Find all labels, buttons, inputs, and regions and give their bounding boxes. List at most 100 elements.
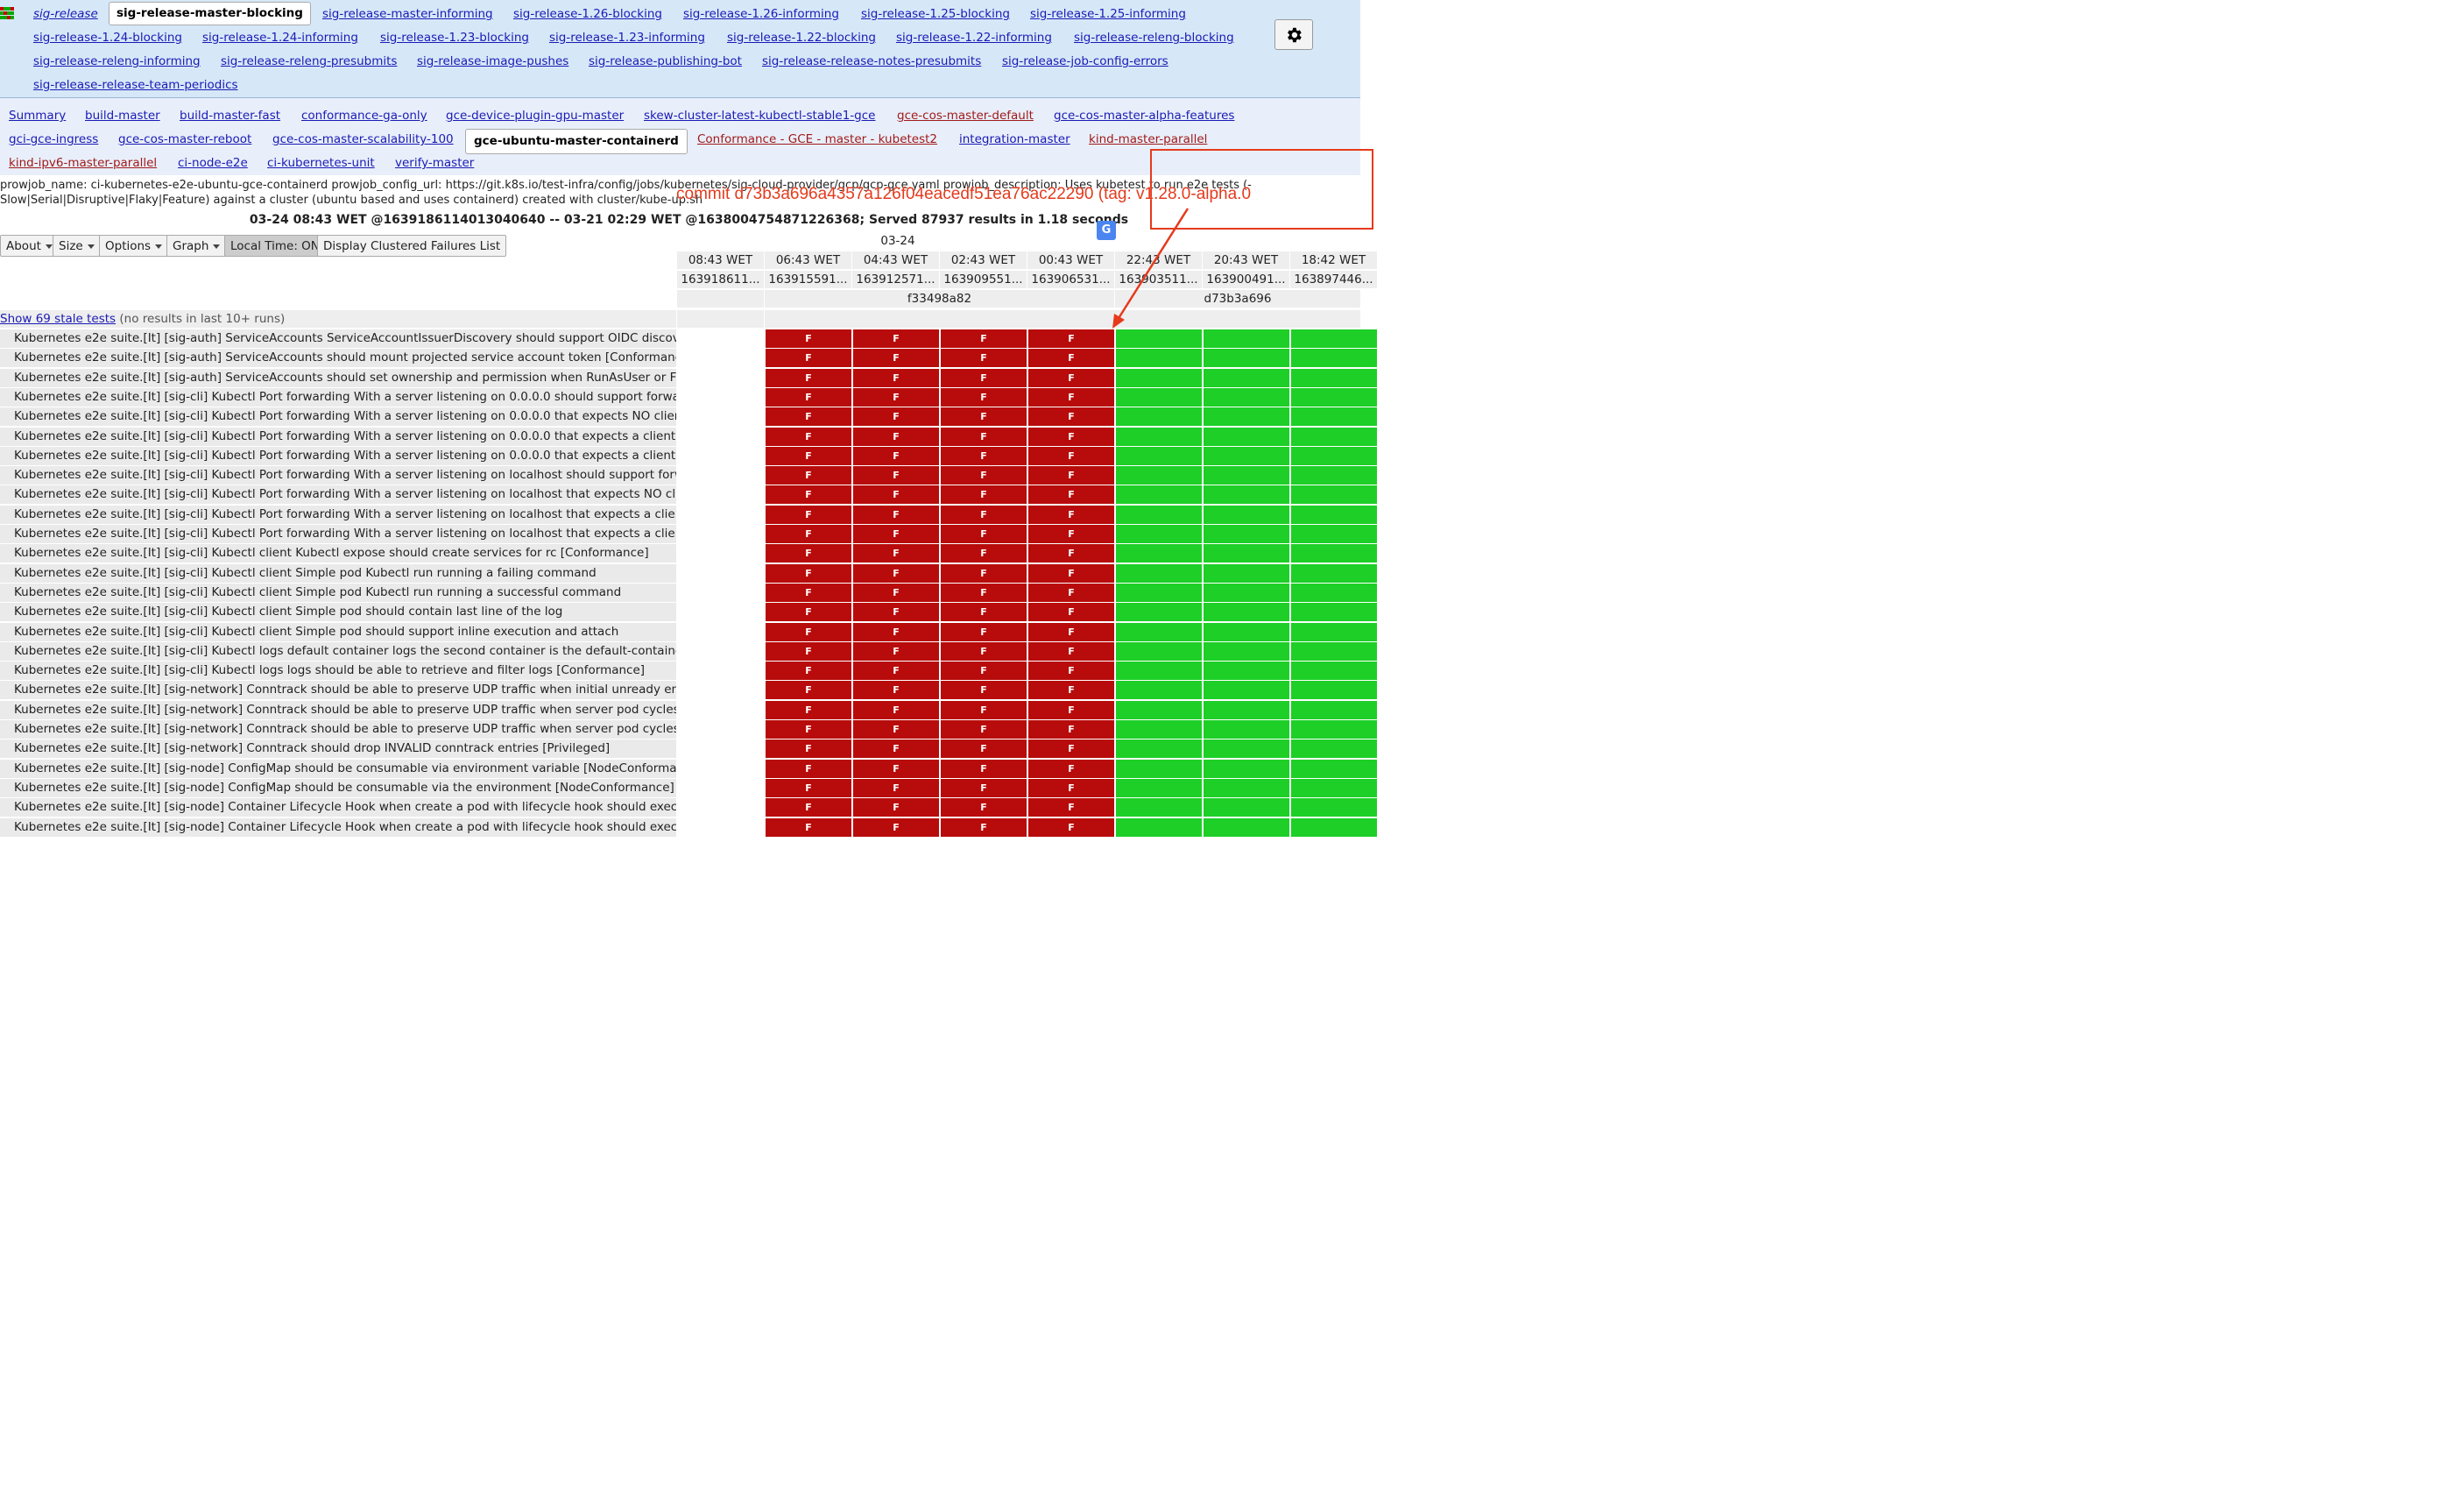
failed-cell[interactable]: F <box>941 368 1027 387</box>
passed-cell[interactable] <box>1204 641 1289 661</box>
failed-cell[interactable]: F <box>766 544 851 563</box>
passed-cell[interactable] <box>1204 427 1289 446</box>
dashboard-group-link[interactable]: sig-release-1.24-informing <box>202 31 358 46</box>
passed-cell[interactable] <box>1291 387 1377 407</box>
passed-cell[interactable] <box>1116 466 1202 485</box>
passed-cell[interactable] <box>1204 662 1289 681</box>
failed-cell[interactable]: F <box>853 485 939 505</box>
failed-cell[interactable]: F <box>853 583 939 602</box>
passed-cell[interactable] <box>1291 681 1377 700</box>
test-name[interactable]: Kubernetes e2e suite.[It] [sig-node] Con… <box>0 759 676 778</box>
failed-cell[interactable]: F <box>853 641 939 661</box>
failed-cell[interactable]: F <box>941 485 1027 505</box>
failed-cell[interactable]: F <box>766 505 851 524</box>
passed-cell[interactable] <box>1204 603 1289 622</box>
failed-cell[interactable]: F <box>853 505 939 524</box>
passed-cell[interactable] <box>1204 349 1289 368</box>
failed-cell[interactable]: F <box>766 641 851 661</box>
failed-cell[interactable]: F <box>941 759 1027 778</box>
test-name[interactable]: Kubernetes e2e suite.[It] [sig-cli] Kube… <box>0 466 676 485</box>
failed-cell[interactable]: F <box>853 368 939 387</box>
failed-cell[interactable]: F <box>853 349 939 368</box>
tab-gce-device-plugin-gpu-master[interactable]: gce-device-plugin-gpu-master <box>446 109 624 124</box>
failed-cell[interactable]: F <box>766 662 851 681</box>
test-name[interactable]: Kubernetes e2e suite.[It] [sig-cli] Kube… <box>0 583 676 602</box>
failed-cell[interactable]: F <box>853 563 939 583</box>
dashboard-group-link[interactable]: sig-release-releng-presubmits <box>221 54 397 69</box>
column-build-id[interactable]: 163906531... <box>1027 271 1114 288</box>
failed-cell[interactable]: F <box>766 778 851 797</box>
failed-cell[interactable]: F <box>1028 798 1114 817</box>
passed-cell[interactable] <box>1116 387 1202 407</box>
passed-cell[interactable] <box>1116 583 1202 602</box>
failed-cell[interactable]: F <box>941 329 1027 348</box>
tab-gce-cos-master-default[interactable]: gce-cos-master-default <box>897 109 1034 124</box>
test-name[interactable]: Kubernetes e2e suite.[It] [sig-cli] Kube… <box>0 563 676 583</box>
test-name[interactable]: Kubernetes e2e suite.[It] [sig-node] Con… <box>0 817 676 837</box>
tab-gci-gce-ingress[interactable]: gci-gce-ingress <box>9 132 98 147</box>
tab-gce-cos-master-scalability-100[interactable]: gce-cos-master-scalability-100 <box>272 132 454 147</box>
failed-cell[interactable]: F <box>1028 662 1114 681</box>
failed-cell[interactable]: F <box>853 387 939 407</box>
dashboard-group-link[interactable]: sig-release-image-pushes <box>417 54 568 69</box>
failed-cell[interactable]: F <box>766 700 851 719</box>
failed-cell[interactable]: F <box>853 544 939 563</box>
passed-cell[interactable] <box>1116 525 1202 543</box>
dashboard-group-link[interactable]: sig-release-master-informing <box>322 7 493 22</box>
failed-cell[interactable]: F <box>766 739 851 759</box>
column-build-id[interactable]: 163900491... <box>1203 271 1289 288</box>
failed-cell[interactable]: F <box>1028 349 1114 368</box>
failed-cell[interactable]: F <box>766 427 851 446</box>
failed-cell[interactable]: F <box>1028 583 1114 602</box>
dashboard-group-link[interactable]: sig-release-1.23-informing <box>549 31 705 46</box>
failed-cell[interactable]: F <box>853 817 939 837</box>
failed-cell[interactable]: F <box>853 407 939 427</box>
test-name[interactable]: Kubernetes e2e suite.[It] [sig-network] … <box>0 700 676 719</box>
dashboard-group-link[interactable]: sig-release-1.22-informing <box>896 31 1052 46</box>
failed-cell[interactable]: F <box>766 603 851 622</box>
passed-cell[interactable] <box>1116 817 1202 837</box>
passed-cell[interactable] <box>1291 622 1377 641</box>
passed-cell[interactable] <box>1291 407 1377 427</box>
passed-cell[interactable] <box>1291 778 1377 797</box>
test-name[interactable]: Kubernetes e2e suite.[It] [sig-cli] Kube… <box>0 662 676 681</box>
test-name[interactable]: Kubernetes e2e suite.[It] [sig-cli] Kube… <box>0 622 676 641</box>
dashboard-group-link[interactable]: sig-release-1.22-blocking <box>727 31 876 46</box>
failed-cell[interactable]: F <box>941 662 1027 681</box>
clustered-failures-button[interactable]: Display Clustered Failures List <box>317 235 507 257</box>
passed-cell[interactable] <box>1291 563 1377 583</box>
failed-cell[interactable]: F <box>941 641 1027 661</box>
failed-cell[interactable]: F <box>1028 544 1114 563</box>
tab-build-master[interactable]: build-master <box>85 109 160 124</box>
settings-gear-button[interactable] <box>1274 19 1313 50</box>
passed-cell[interactable] <box>1204 485 1289 505</box>
passed-cell[interactable] <box>1291 798 1377 817</box>
tab-gce-ubuntu-master-containerd[interactable]: gce-ubuntu-master-containerd <box>465 129 688 154</box>
failed-cell[interactable]: F <box>1028 368 1114 387</box>
passed-cell[interactable] <box>1291 603 1377 622</box>
failed-cell[interactable]: F <box>941 739 1027 759</box>
passed-cell[interactable] <box>1116 662 1202 681</box>
passed-cell[interactable] <box>1204 720 1289 739</box>
test-name[interactable]: Kubernetes e2e suite.[It] [sig-cli] Kube… <box>0 525 676 543</box>
passed-cell[interactable] <box>1116 739 1202 759</box>
passed-cell[interactable] <box>1204 739 1289 759</box>
test-name[interactable]: Kubernetes e2e suite.[It] [sig-node] Con… <box>0 778 676 797</box>
failed-cell[interactable]: F <box>853 427 939 446</box>
dashboard-group-link[interactable]: sig-release-release-team-periodics <box>33 78 238 93</box>
failed-cell[interactable]: F <box>941 525 1027 543</box>
passed-cell[interactable] <box>1116 759 1202 778</box>
failed-cell[interactable]: F <box>853 739 939 759</box>
failed-cell[interactable]: F <box>941 446 1027 465</box>
passed-cell[interactable] <box>1291 700 1377 719</box>
tab-verify-master[interactable]: verify-master <box>395 156 474 171</box>
failed-cell[interactable]: F <box>1028 681 1114 700</box>
passed-cell[interactable] <box>1291 446 1377 465</box>
failed-cell[interactable]: F <box>766 387 851 407</box>
failed-cell[interactable]: F <box>853 446 939 465</box>
test-name[interactable]: Kubernetes e2e suite.[It] [sig-cli] Kube… <box>0 407 676 427</box>
passed-cell[interactable] <box>1116 798 1202 817</box>
passed-cell[interactable] <box>1116 485 1202 505</box>
dashboard-group-current[interactable]: sig-release-master-blocking <box>109 2 311 25</box>
passed-cell[interactable] <box>1291 544 1377 563</box>
